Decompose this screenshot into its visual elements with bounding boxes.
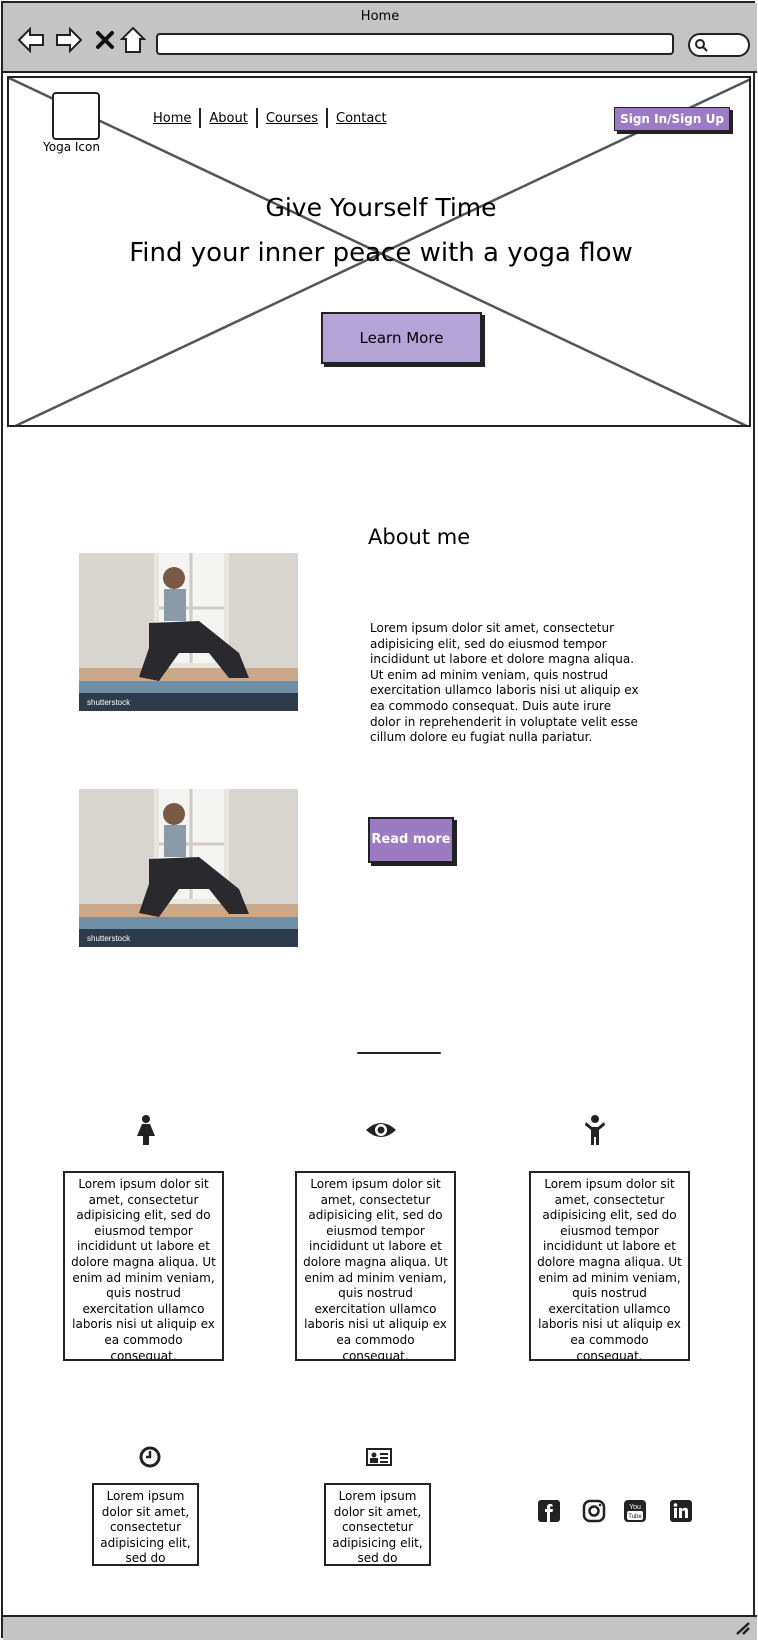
learn-more-button[interactable]: Learn More bbox=[321, 312, 482, 364]
nav-contact[interactable]: Contact bbox=[328, 111, 395, 126]
hero-section: Yoga Icon Home About Courses Contact Sig… bbox=[7, 76, 751, 427]
extra-card: Lorem ipsum dolor sit amet, consectetur … bbox=[324, 1483, 431, 1566]
instagram-icon[interactable] bbox=[582, 1499, 608, 1525]
about-title: About me bbox=[368, 525, 471, 549]
extra-card: Lorem ipsum dolor sit amet, consectetur … bbox=[92, 1483, 199, 1566]
yoga-photo: shutterstock bbox=[79, 553, 298, 711]
yoga-logo[interactable] bbox=[52, 92, 100, 140]
close-icon bbox=[96, 31, 114, 49]
back-button[interactable] bbox=[15, 25, 47, 55]
home-button[interactable] bbox=[117, 25, 149, 55]
child-icon bbox=[575, 1113, 615, 1147]
photo-watermark: shutterstock bbox=[87, 934, 131, 943]
svg-text:Tube: Tube bbox=[628, 1514, 642, 1520]
linkedin-icon[interactable] bbox=[669, 1499, 695, 1525]
feature-card: Lorem ipsum dolor sit amet, consectetur … bbox=[529, 1171, 690, 1361]
search-icon bbox=[695, 39, 708, 52]
feature-card: Lorem ipsum dolor sit amet, consectetur … bbox=[295, 1171, 456, 1361]
female-person-icon bbox=[126, 1113, 166, 1147]
browser-title: Home bbox=[360, 9, 400, 24]
home-icon bbox=[120, 26, 146, 53]
browser-statusbar bbox=[3, 1615, 757, 1640]
facebook-icon[interactable] bbox=[537, 1499, 563, 1525]
signin-button[interactable]: Sign In/Sign Up bbox=[614, 107, 730, 131]
back-arrow-icon bbox=[17, 27, 44, 53]
nav-courses[interactable]: Courses bbox=[258, 111, 326, 126]
nav-home[interactable]: Home bbox=[145, 111, 199, 126]
svg-text:You: You bbox=[629, 1504, 641, 1511]
about-text: Lorem ipsum dolor sit amet, consectetur … bbox=[370, 621, 639, 745]
hero-subheadline: Find your inner peace with a yoga flow bbox=[129, 238, 633, 268]
browser-window: Home Yoga Icon Home About Courses Contac… bbox=[1, 1, 757, 1640]
yoga-photo-image: shutterstock bbox=[79, 553, 298, 711]
section-divider bbox=[357, 1052, 441, 1054]
forward-button[interactable] bbox=[53, 25, 85, 55]
resize-grip-icon[interactable] bbox=[735, 1621, 751, 1635]
youtube-icon[interactable]: You Tube bbox=[623, 1499, 649, 1525]
clock-icon bbox=[130, 1440, 170, 1474]
photo-watermark: shutterstock bbox=[87, 698, 131, 707]
read-more-button[interactable]: Read more bbox=[368, 817, 454, 863]
address-bar[interactable] bbox=[156, 33, 674, 55]
nav-about[interactable]: About bbox=[201, 111, 255, 126]
logo-label: Yoga Icon bbox=[43, 140, 100, 154]
forward-arrow-icon bbox=[56, 27, 83, 53]
id-card-icon bbox=[359, 1440, 399, 1474]
yoga-photo: shutterstock bbox=[79, 789, 298, 947]
eye-icon bbox=[361, 1113, 401, 1147]
browser-toolbar: Home bbox=[3, 3, 757, 73]
yoga-photo-image: shutterstock bbox=[79, 789, 298, 947]
feature-card: Lorem ipsum dolor sit amet, consectetur … bbox=[63, 1171, 224, 1361]
main-nav: Home About Courses Contact bbox=[145, 108, 395, 128]
hero-headline: Give Yourself Time bbox=[265, 193, 497, 222]
browser-search[interactable] bbox=[688, 33, 750, 57]
